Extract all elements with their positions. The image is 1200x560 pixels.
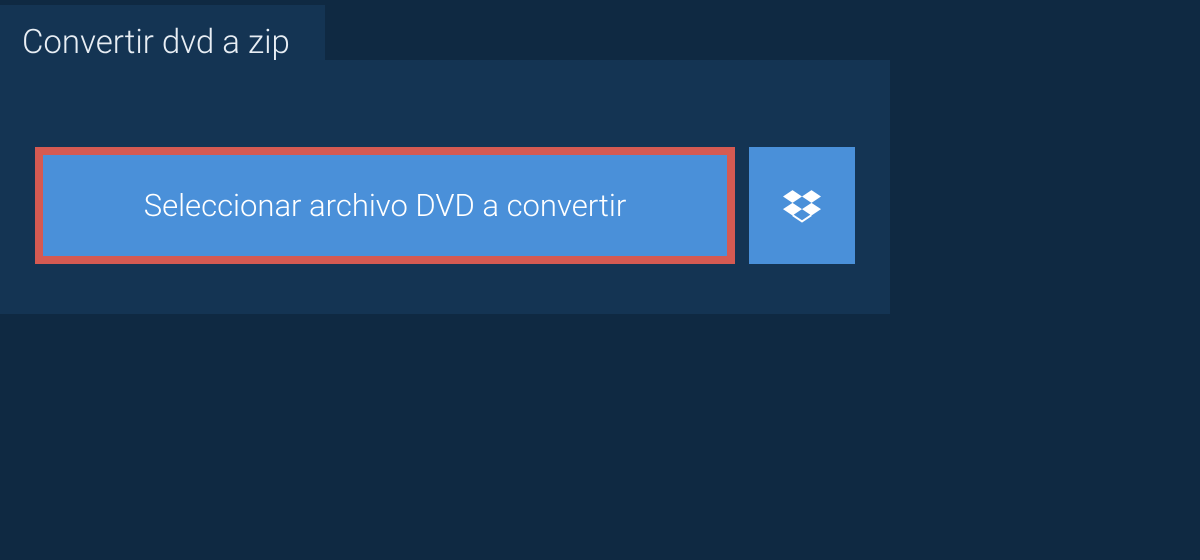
dropbox-button[interactable] [749, 147, 855, 264]
converter-panel: Convertir dvd a zip Seleccionar archivo … [0, 60, 890, 314]
dropbox-icon [783, 187, 821, 225]
select-file-button[interactable]: Seleccionar archivo DVD a convertir [35, 147, 735, 264]
button-row: Seleccionar archivo DVD a convertir [0, 147, 890, 264]
tab-title: Convertir dvd a zip [0, 5, 325, 80]
